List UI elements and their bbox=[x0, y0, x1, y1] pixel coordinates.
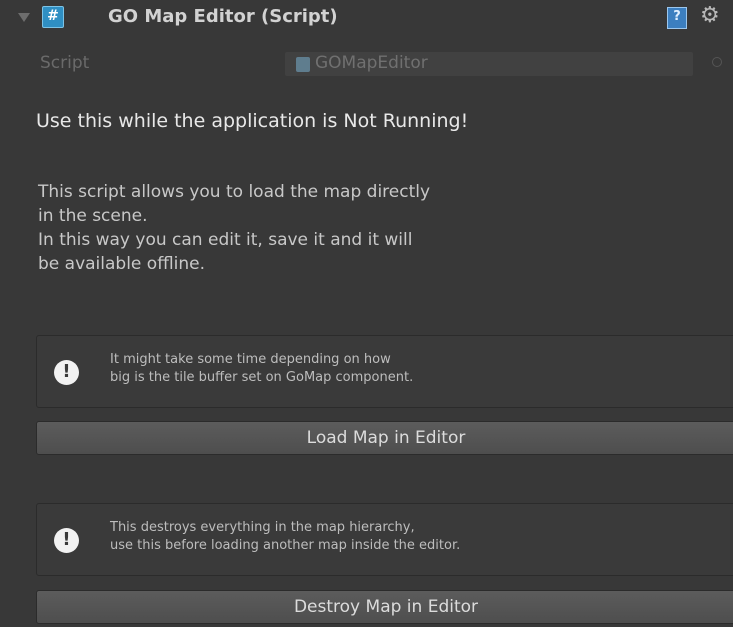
destroy-help-box: This destroys everything in the map hier… bbox=[36, 503, 733, 576]
destroy-help-text: This destroys everything in the map hier… bbox=[110, 519, 460, 555]
component-header: GO Map Editor (Script) ⚙ bbox=[0, 0, 733, 42]
script-label: Script bbox=[40, 53, 90, 73]
script-value: GOMapEditor bbox=[315, 53, 428, 73]
description-line: In this way you can edit it, save it and… bbox=[38, 230, 413, 250]
info-icon bbox=[54, 528, 79, 553]
help-icon[interactable] bbox=[667, 7, 687, 29]
foldout-triangle-icon[interactable] bbox=[18, 13, 30, 22]
description-line: be available offline. bbox=[38, 254, 205, 274]
info-icon bbox=[54, 360, 79, 385]
help-line: It might take some time depending on how bbox=[110, 352, 391, 367]
script-asset-icon bbox=[296, 57, 310, 72]
object-picker-icon[interactable] bbox=[712, 57, 722, 67]
script-object-field[interactable]: GOMapEditor bbox=[285, 52, 693, 76]
load-map-button[interactable]: Load Map in Editor bbox=[36, 421, 733, 455]
description-line: in the scene. bbox=[38, 206, 148, 226]
help-line: use this before loading another map insi… bbox=[110, 538, 461, 553]
description-text: This script allows you to load the map d… bbox=[38, 180, 638, 276]
load-help-box: It might take some time depending on how… bbox=[36, 335, 733, 408]
load-help-text: It might take some time depending on how… bbox=[110, 351, 413, 387]
script-field-row: Script GOMapEditor bbox=[0, 49, 733, 79]
warning-heading: Use this while the application is Not Ru… bbox=[36, 110, 469, 132]
help-line: big is the tile buffer set on GoMap comp… bbox=[110, 370, 414, 385]
destroy-map-button[interactable]: Destroy Map in Editor bbox=[36, 590, 733, 624]
gear-icon[interactable]: ⚙ bbox=[700, 2, 720, 30]
component-title: GO Map Editor (Script) bbox=[108, 6, 338, 27]
help-line: This destroys everything in the map hier… bbox=[110, 520, 415, 535]
script-icon bbox=[42, 6, 64, 28]
description-line: This script allows you to load the map d… bbox=[38, 182, 431, 202]
